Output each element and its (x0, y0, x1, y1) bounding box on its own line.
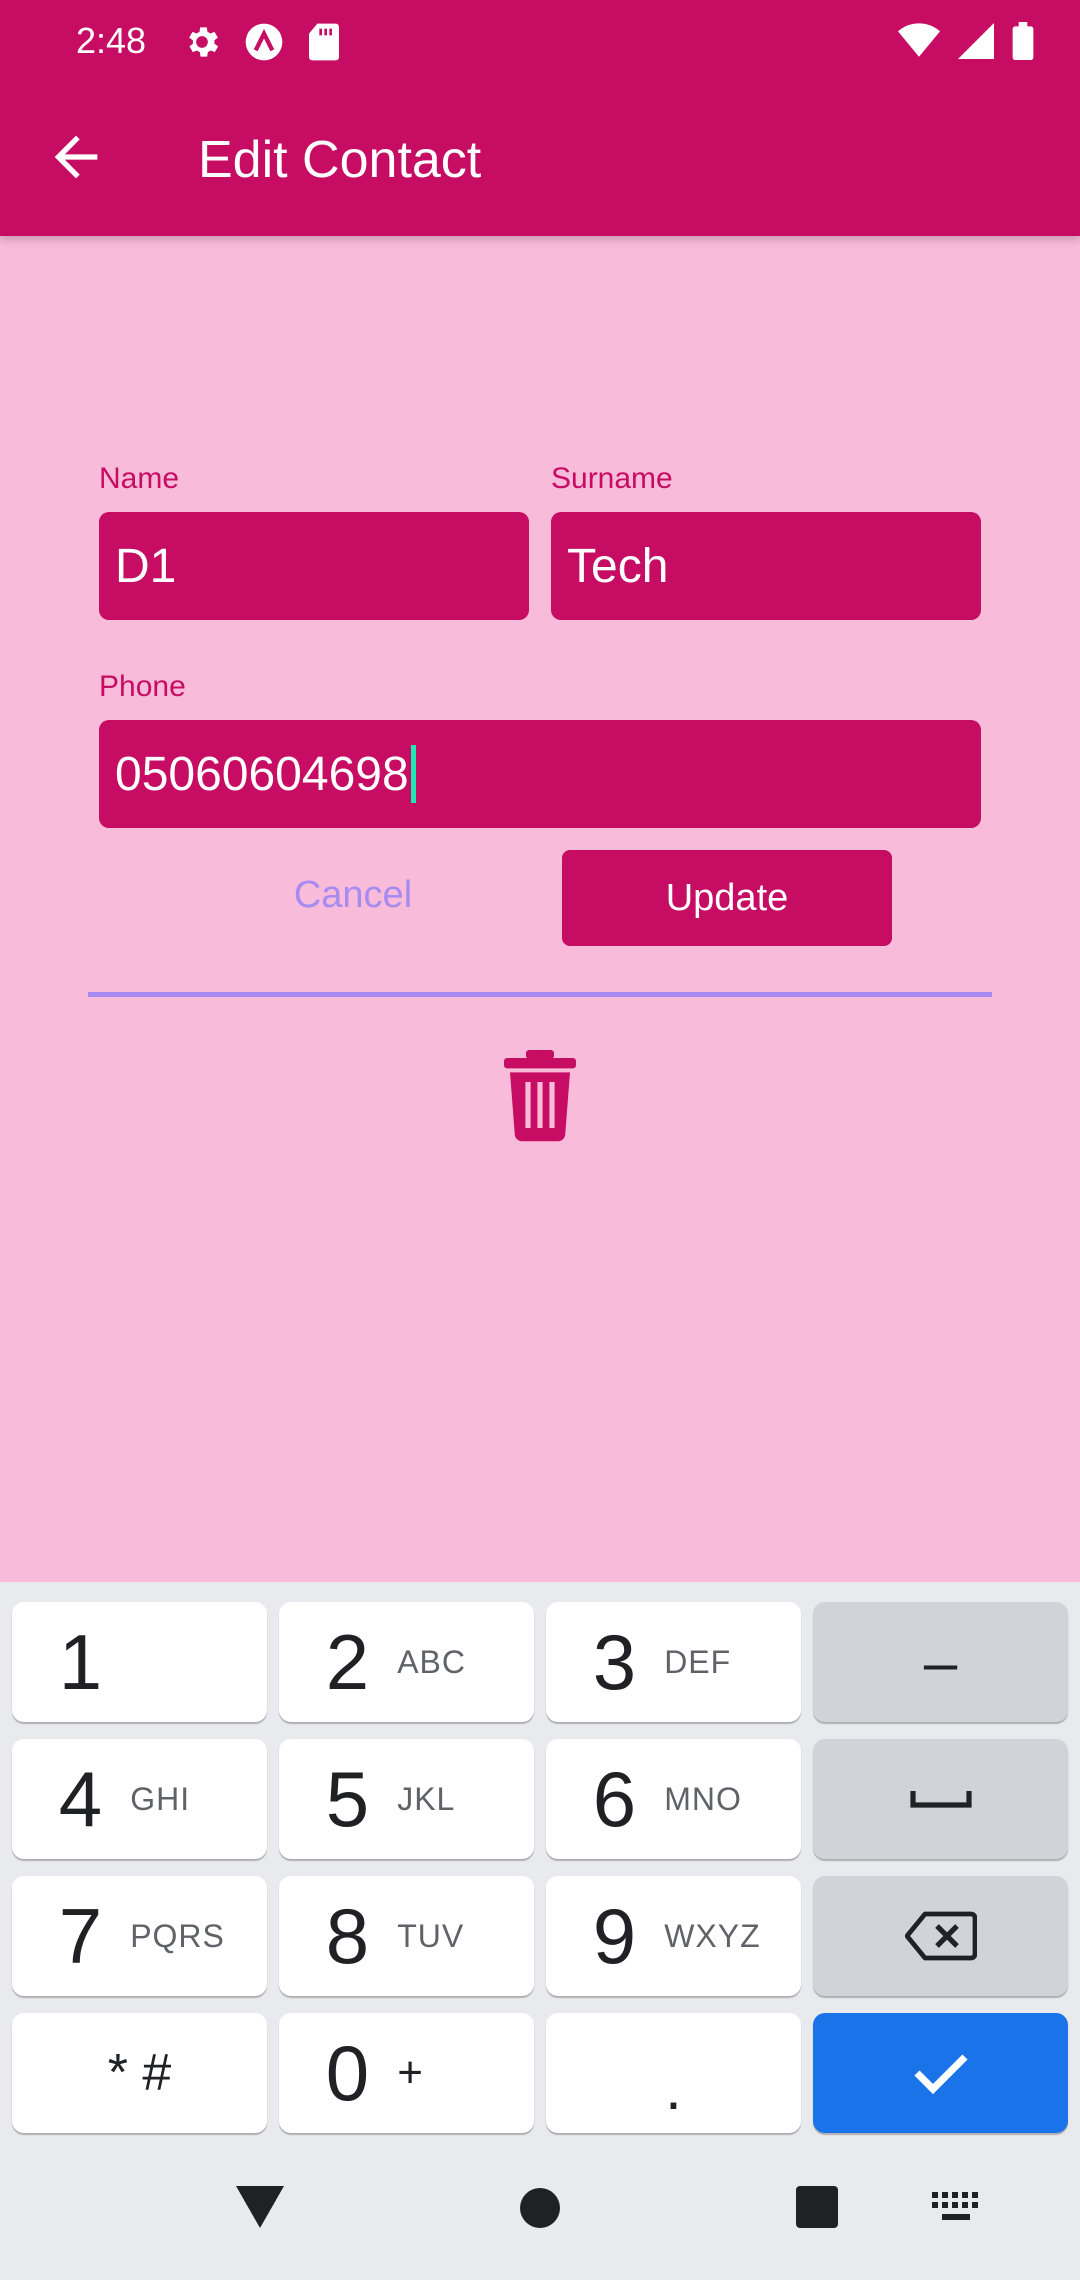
space-icon (909, 1791, 972, 1808)
update-label: Update (665, 876, 789, 919)
key-digit: 1 (58, 1617, 103, 1706)
key-digit: 9 (592, 1891, 637, 1980)
status-time: 2:48 (76, 20, 147, 61)
key-digit: 5 (325, 1754, 370, 1843)
key-symbol: – (923, 1628, 958, 1696)
page-title: Edit Contact (198, 131, 482, 189)
key-2[interactable]: 2 ABC (279, 1602, 534, 1722)
key-7[interactable]: 7 PQRS (12, 1876, 267, 1996)
key-digit: 8 (325, 1891, 370, 1980)
key-4[interactable]: 4 GHI (12, 1739, 267, 1859)
key-8[interactable]: 8 TUV (279, 1876, 534, 1996)
cancel-label: Cancel (293, 873, 413, 916)
numeric-keyboard: 1 2 ABC 3 DEF – 4 GHI 5 JKL 6 MNO 7 PQRS… (0, 1582, 1080, 2280)
key-letters: TUV (397, 1917, 465, 1954)
cancel-button[interactable]: Cancel (228, 850, 478, 940)
keyboard-icon[interactable] (932, 2192, 980, 2224)
name-value: D1 (115, 539, 177, 593)
delete-button[interactable] (500, 1050, 580, 1142)
key-1[interactable]: 1 (12, 1602, 267, 1722)
surname-field[interactable]: Tech (551, 512, 981, 620)
surname-label: Surname (551, 462, 673, 495)
a-circle-icon (245, 23, 283, 61)
arrow-back-icon (54, 135, 98, 179)
wifi-icon (898, 23, 940, 57)
signal-icon (958, 23, 994, 59)
key-letters: JKL (397, 1780, 456, 1817)
back-triangle-icon[interactable] (236, 2186, 284, 2228)
key-6[interactable]: 6 MNO (546, 1739, 801, 1859)
status-bar: 2:48 (0, 0, 1080, 88)
phone-field[interactable]: 05060604698 (99, 720, 981, 828)
key-dot[interactable]: . (546, 2013, 801, 2133)
name-field[interactable]: D1 (99, 512, 529, 620)
key-letters: ABC (397, 1643, 466, 1680)
key-dash[interactable]: – (813, 1602, 1068, 1722)
key-letters: DEF (664, 1643, 732, 1680)
key-backspace[interactable] (813, 1876, 1068, 1996)
key-letters: + (397, 2048, 424, 2097)
text-caret (410, 745, 416, 803)
home-circle-icon[interactable] (518, 2186, 562, 2230)
key-letters: MNO (664, 1780, 742, 1817)
key-digit: 7 (58, 1891, 103, 1980)
phone-value: 05060604698 (115, 747, 409, 801)
checkmark-icon (913, 2054, 968, 2095)
key-letters: WXYZ (664, 1917, 761, 1954)
key-digit: 3 (592, 1617, 637, 1706)
key-digit: 4 (58, 1754, 103, 1843)
key-digit: 2 (325, 1617, 370, 1706)
name-label: Name (99, 462, 180, 495)
back-button[interactable] (44, 125, 108, 189)
key-space[interactable] (813, 1739, 1068, 1859)
key-5[interactable]: 5 JKL (279, 1739, 534, 1859)
key-done[interactable] (813, 2013, 1068, 2133)
key-9[interactable]: 9 WXYZ (546, 1876, 801, 1996)
key-digit: 6 (592, 1754, 637, 1843)
key-letters: PQRS (130, 1917, 225, 1954)
key-0[interactable]: 0 + (279, 2013, 534, 2133)
key-symbol: . (665, 2054, 682, 2122)
backspace-icon (904, 1911, 977, 1961)
app-bar: 2:48 Edit Contact (0, 0, 1080, 236)
gear-icon (189, 27, 219, 57)
key-letters: GHI (130, 1780, 191, 1817)
key-symbol: * # (107, 2044, 172, 2102)
surname-value: Tech (567, 539, 669, 593)
divider (88, 992, 992, 997)
key-digit: 0 (325, 2028, 370, 2117)
edit-contact-form: Name D1 Surname Tech Phone 05060604698 C… (0, 236, 1080, 1582)
recents-square-icon[interactable] (796, 2186, 838, 2228)
sd-card-icon (309, 23, 339, 61)
key-3[interactable]: 3 DEF (546, 1602, 801, 1722)
battery-icon (1012, 22, 1034, 60)
phone-label: Phone (99, 670, 186, 703)
trash-icon (504, 1050, 576, 1142)
key-star-hash[interactable]: * # (12, 2013, 267, 2133)
update-button[interactable]: Update (562, 850, 892, 946)
